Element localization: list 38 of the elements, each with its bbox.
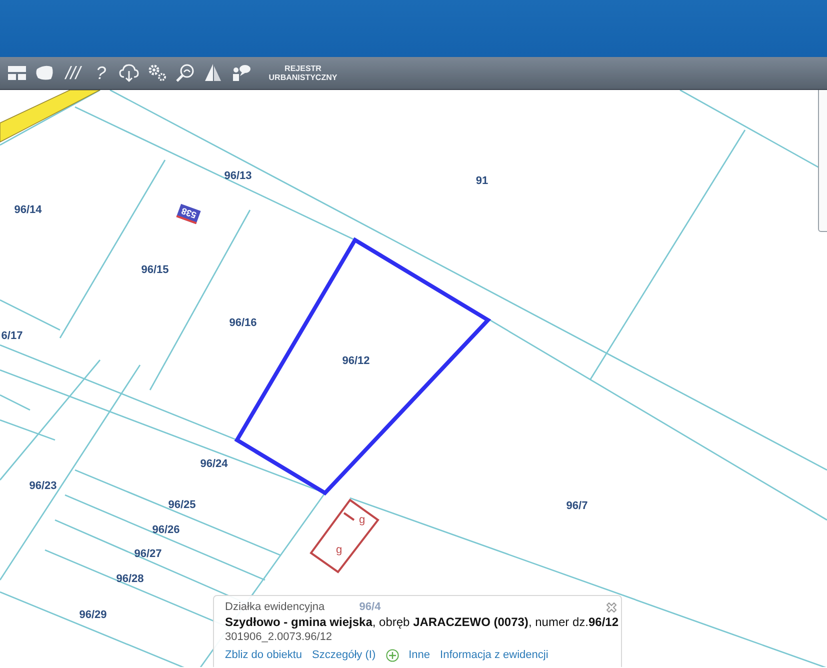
shape-icon — [35, 63, 55, 83]
triangle-icon — [203, 63, 223, 83]
object-type: Działka ewidencyjna — [225, 600, 325, 615]
parcel-label: 96/14 — [14, 204, 42, 216]
parcel-label: 96/7 — [566, 500, 588, 512]
building-number: 538 — [176, 204, 201, 224]
tool-button[interactable]: /// — [62, 61, 84, 85]
parcel-label: 96/23 — [29, 480, 57, 492]
parcel-label: 96/25 — [168, 499, 196, 511]
parcel-label: 96/16 — [229, 317, 257, 329]
action-link[interactable]: Zbliz do obiektu — [225, 648, 302, 663]
action-link[interactable]: Inne — [408, 648, 430, 663]
building-label: g — [336, 544, 342, 556]
cloud-download-icon — [119, 63, 139, 83]
action-link[interactable]: Informacja z ewidencji — [440, 648, 548, 663]
plus-icon[interactable] — [386, 649, 399, 662]
parcel-label: 96/29 — [79, 609, 107, 621]
parcel-label: 96/24 — [200, 458, 228, 470]
parcel-label: 91 — [476, 175, 488, 187]
building-label: g — [358, 514, 366, 526]
action-link[interactable]: Szczegóły (I) — [312, 648, 376, 663]
parcel-identifier: 301906_2.0073.96/12 — [225, 630, 332, 645]
close-icon[interactable] — [605, 601, 618, 614]
gears-icon — [147, 63, 167, 83]
layout-icon — [7, 63, 27, 83]
search-icon — [175, 63, 195, 83]
parcel-label: 96/27 — [134, 548, 162, 560]
tool-button[interactable]: ? — [90, 61, 112, 85]
parcel-label: 96/12 — [342, 355, 370, 367]
parcel-label: 96/15 — [141, 264, 169, 276]
parcel-label: 96/26 — [152, 524, 180, 536]
parcel-description: Szydłowo - gmina wiejska, obręb JARACZEWO (0073), numer dz.96/12 — [225, 615, 618, 630]
parcel-label: 6/17 — [1, 330, 23, 342]
register-button[interactable]: REJESTR URBANISTYCZNY — [262, 61, 344, 85]
parcel-label: 96/4 — [359, 601, 381, 613]
user-chat-icon — [231, 63, 251, 83]
parcel-label: 96/13 — [224, 170, 252, 182]
parcel-label: 96/28 — [116, 573, 144, 585]
